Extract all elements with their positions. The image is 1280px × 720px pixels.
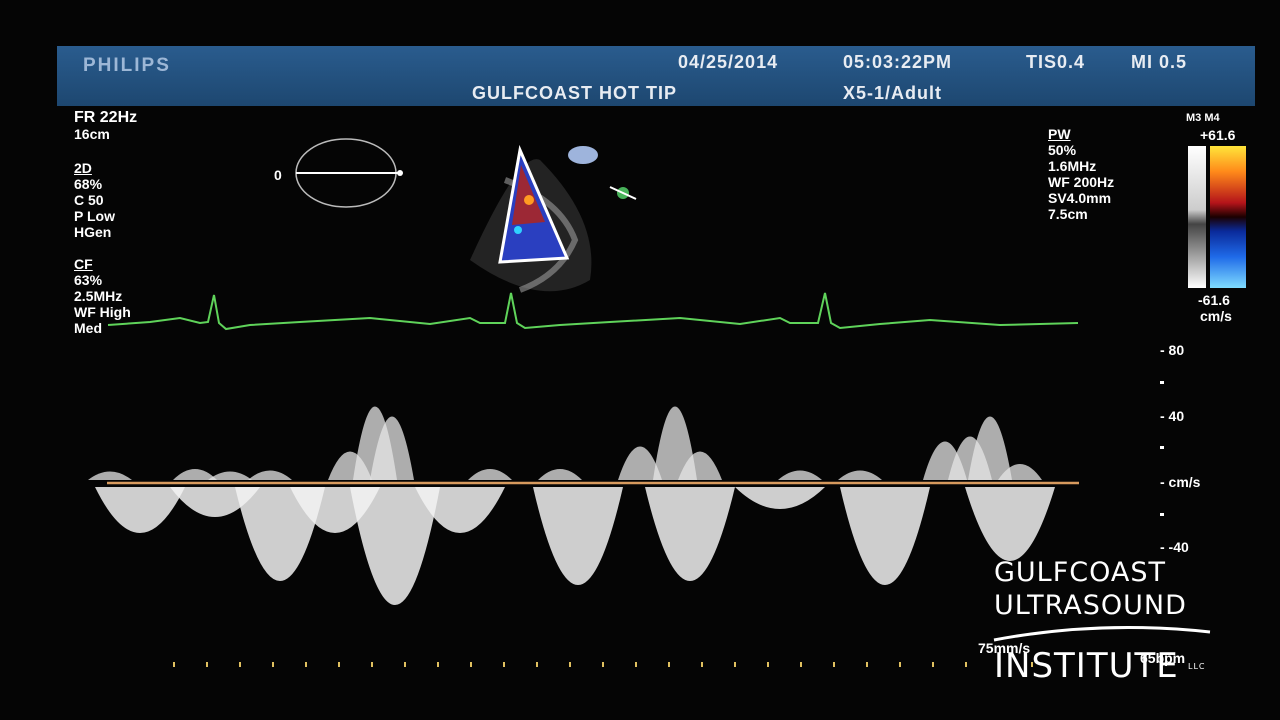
ellipse-marker xyxy=(397,170,403,176)
logo-line-2: ULTRASOUND xyxy=(994,590,1187,621)
doppler-spectrum xyxy=(88,406,1055,605)
logo-mark: LLC xyxy=(1188,662,1206,671)
logo-line-3: INSTITUTE xyxy=(994,646,1179,686)
logo-line-1: GULFCOAST xyxy=(994,557,1166,588)
ultrasound-screen: PHILIPS 04/25/2014 05:03:22PM TIS0.4 MI … xyxy=(0,0,1280,720)
logo-wave xyxy=(993,626,1211,642)
probe-orientation-marker xyxy=(568,146,598,164)
echo-sector xyxy=(470,144,592,293)
ecg-trace xyxy=(107,292,1079,331)
time-markers xyxy=(173,662,1066,667)
sample-volume-icon xyxy=(609,186,637,200)
